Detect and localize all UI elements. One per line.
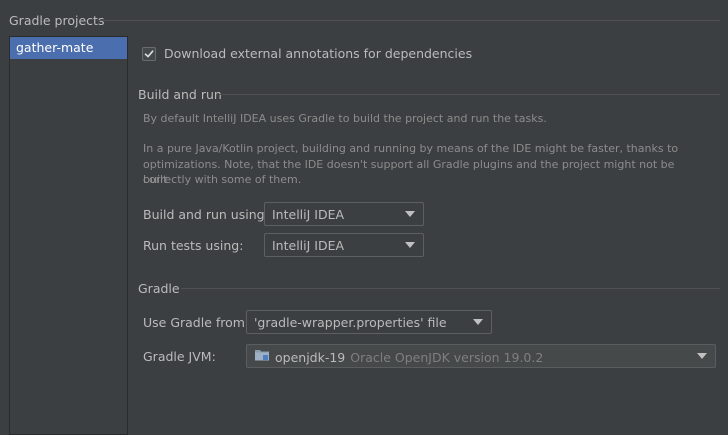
project-item-gather-mate[interactable]: gather-mate: [10, 37, 127, 59]
gradle-jvm-label: Gradle JVM:: [143, 349, 216, 364]
jdk-folder-icon: [254, 348, 270, 362]
build-and-run-divider: [219, 94, 720, 95]
gradle-settings-panel: Gradle projects gather-mate Download ext…: [0, 0, 728, 435]
use-gradle-from-label: Use Gradle from:: [143, 315, 250, 330]
use-gradle-from-dropdown[interactable]: 'gradle-wrapper.properties' file: [246, 310, 492, 334]
chevron-down-icon: [405, 211, 415, 217]
build-description: By default IntelliJ IDEA uses Gradle to …: [143, 112, 547, 125]
jvm-name: openjdk-19: [275, 349, 346, 365]
gradle-divider: [181, 288, 720, 289]
build-and-run-using-value: IntelliJ IDEA: [272, 206, 345, 222]
run-tests-using-dropdown[interactable]: IntelliJ IDEA: [264, 233, 424, 257]
gradle-jvm-value: openjdk-19 Oracle OpenJDK version 19.0.2: [254, 348, 689, 365]
annotations-option[interactable]: Download external annotations for depend…: [142, 46, 472, 61]
chevron-down-icon: [697, 353, 707, 359]
section-divider: [97, 20, 720, 21]
project-list[interactable]: gather-mate: [9, 36, 128, 435]
checkmark-icon: [144, 49, 154, 57]
annotations-checkbox[interactable]: [142, 46, 156, 61]
annotations-label: Download external annotations for depend…: [164, 46, 473, 61]
build-and-run-using-label: Build and run using:: [143, 207, 269, 222]
chevron-down-icon: [473, 319, 483, 325]
build-and-run-using-dropdown[interactable]: IntelliJ IDEA: [264, 202, 424, 226]
use-gradle-from-value: 'gradle-wrapper.properties' file: [254, 314, 447, 330]
chevron-down-icon: [405, 242, 415, 248]
section-title: Gradle projects: [9, 13, 105, 28]
build-description-line-3: correctly with some of them.: [143, 173, 302, 186]
run-tests-using-label: Run tests using:: [143, 238, 244, 253]
build-and-run-title: Build and run: [138, 87, 222, 102]
jvm-description: Oracle OpenJDK version 19.0.2: [350, 349, 544, 365]
gradle-jvm-dropdown[interactable]: openjdk-19 Oracle OpenJDK version 19.0.2: [246, 344, 716, 368]
gradle-title: Gradle: [138, 281, 180, 296]
run-tests-using-value: IntelliJ IDEA: [272, 237, 345, 253]
build-description-line-1: In a pure Java/Kotlin project, building …: [143, 142, 679, 155]
